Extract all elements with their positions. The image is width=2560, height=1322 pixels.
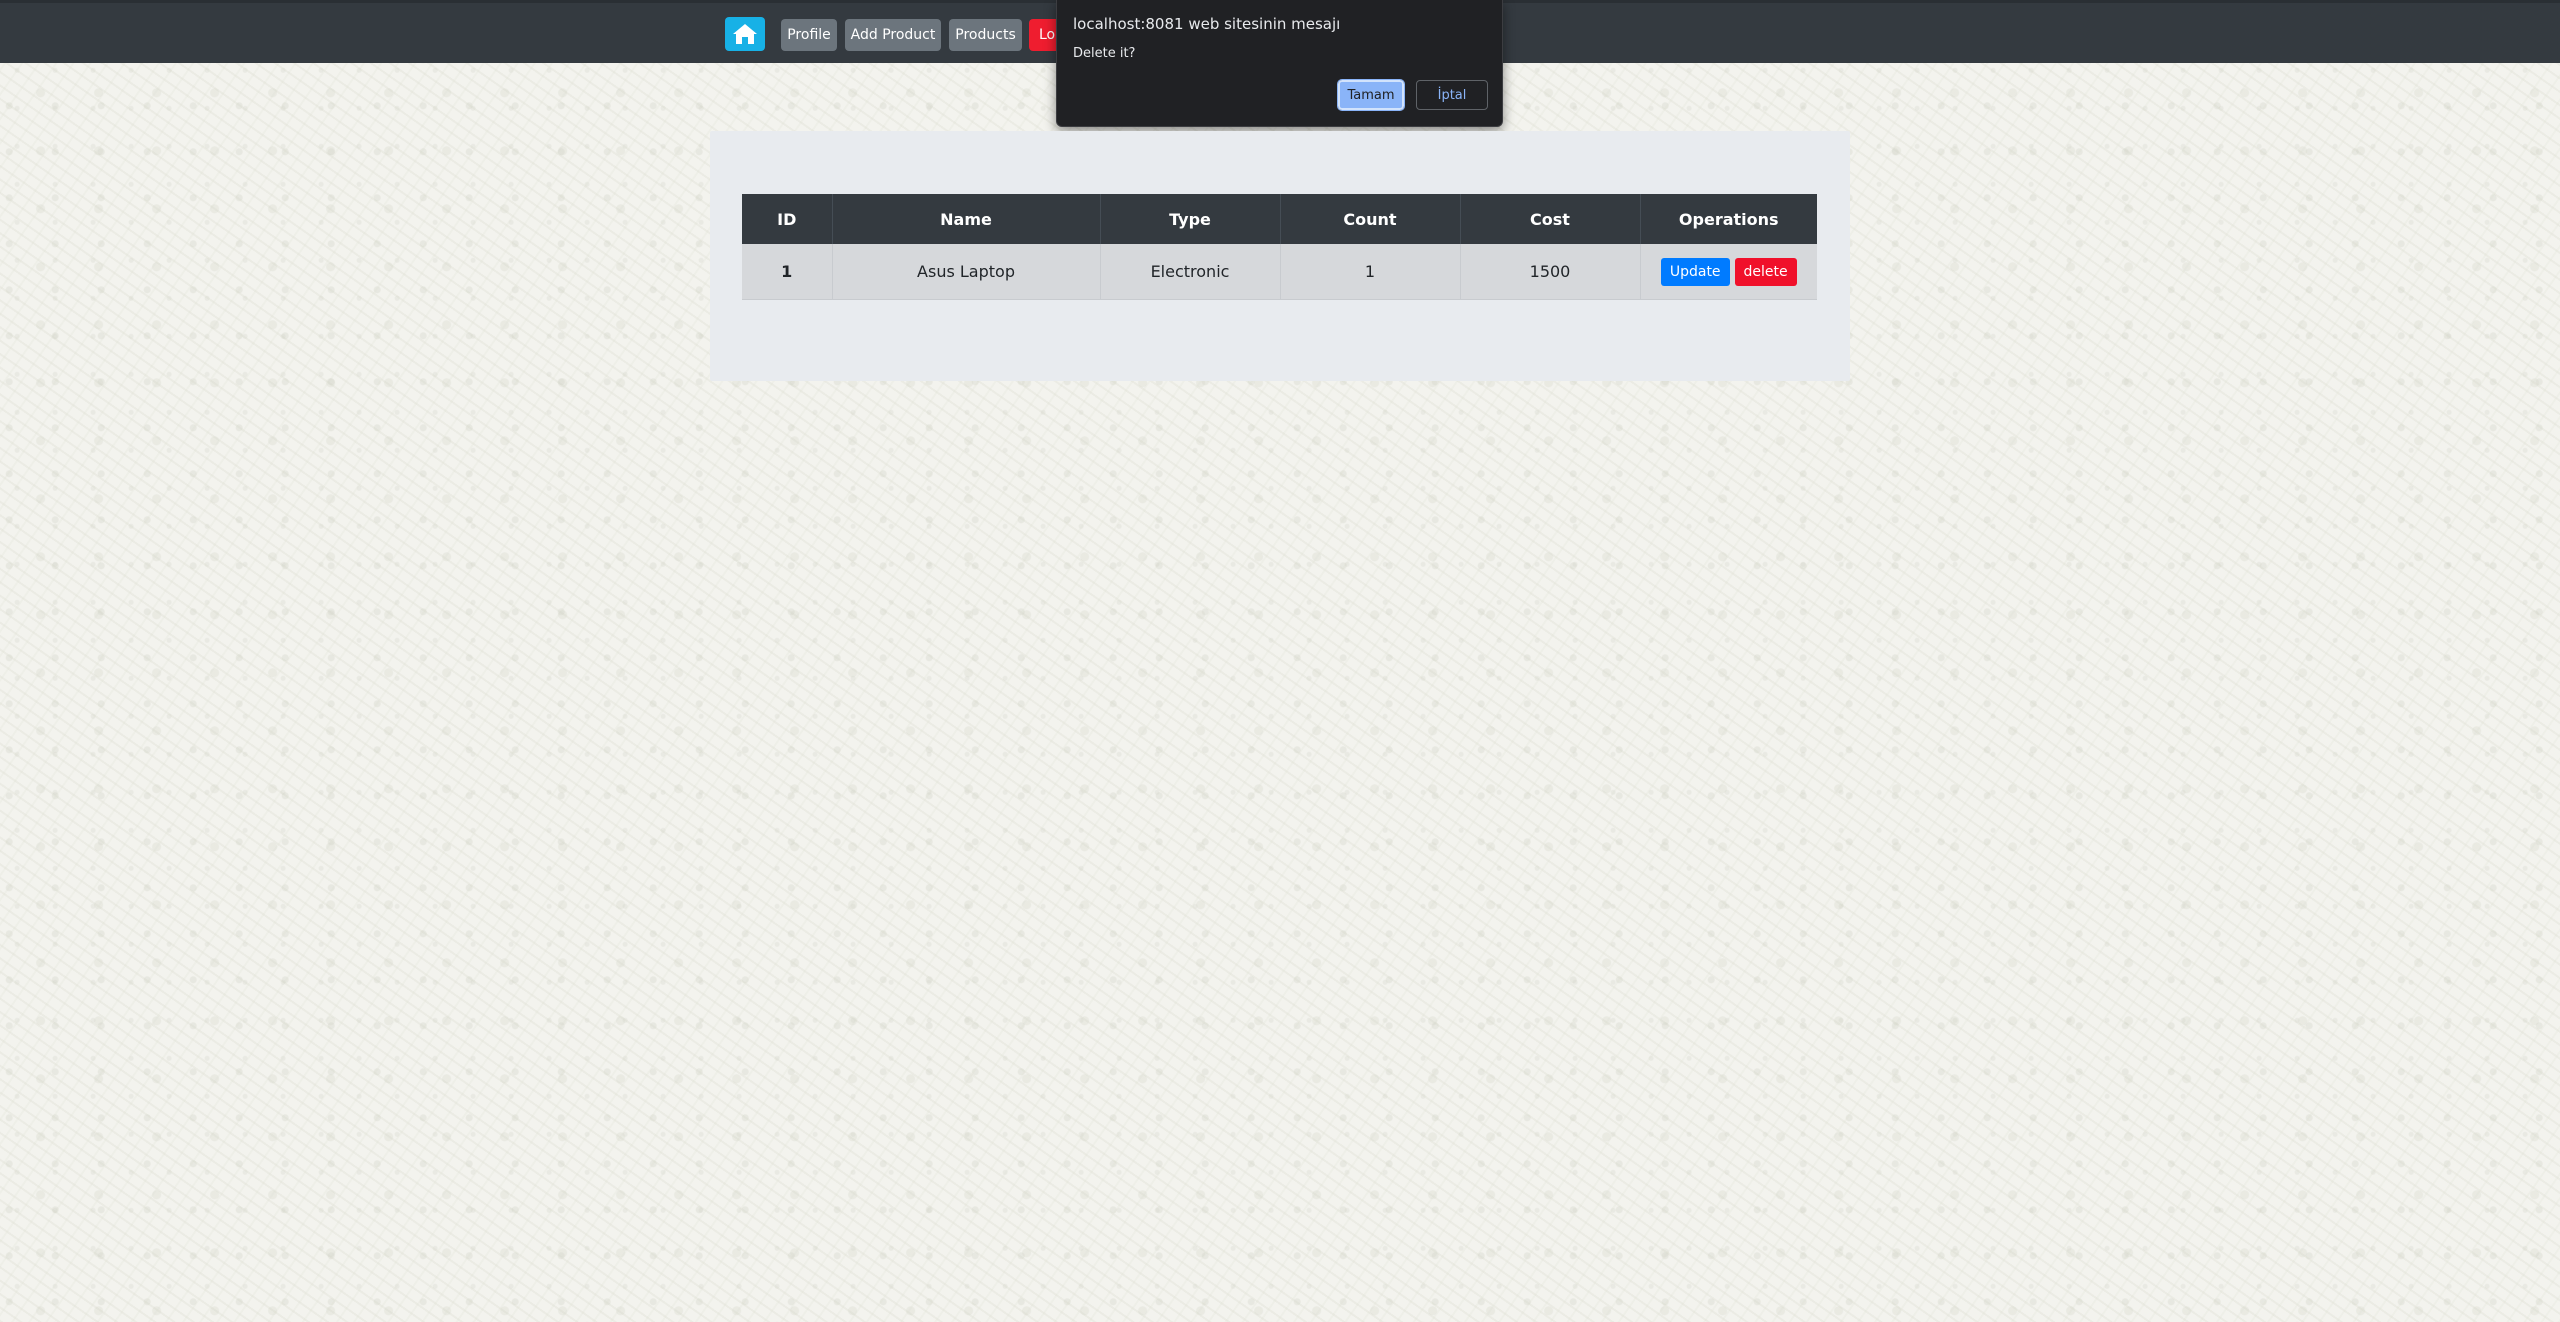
delete-button[interactable]: delete: [1734, 258, 1797, 287]
dialog-cancel-button[interactable]: İptal: [1416, 80, 1488, 110]
header-id: ID: [742, 194, 832, 244]
header-cost: Cost: [1459, 194, 1640, 244]
cell-count: 1: [1279, 244, 1460, 300]
profile-button[interactable]: Profile: [781, 19, 837, 51]
header-operations: Operations: [1639, 194, 1817, 244]
cell-operations: Update delete: [1639, 244, 1817, 300]
home-button[interactable]: [725, 17, 765, 51]
home-icon: [733, 24, 757, 44]
table-row: 1 Asus Laptop Electronic 1 1500 Update de…: [742, 244, 1817, 300]
cell-id: 1: [742, 244, 832, 300]
products-button[interactable]: Products: [949, 19, 1022, 51]
products-table: ID Name Type Count Cost Operations 1 Asu…: [742, 194, 1817, 300]
cell-type: Electronic: [1099, 244, 1280, 300]
dialog-ok-button[interactable]: Tamam: [1337, 79, 1405, 111]
products-card: ID Name Type Count Cost Operations 1 Asu…: [710, 131, 1850, 381]
header-count: Count: [1279, 194, 1460, 244]
update-button[interactable]: Update: [1660, 258, 1730, 287]
dialog-title: localhost:8081 web sitesinin mesajı: [1073, 15, 1341, 33]
confirm-dialog: localhost:8081 web sitesinin mesajı Dele…: [1056, 0, 1503, 127]
header-name: Name: [831, 194, 1100, 244]
header-type: Type: [1099, 194, 1280, 244]
add-product-button[interactable]: Add Product: [845, 19, 941, 51]
table-header-row: ID Name Type Count Cost Operations: [742, 194, 1817, 244]
cell-cost: 1500: [1459, 244, 1640, 300]
cell-name: Asus Laptop: [831, 244, 1100, 300]
dialog-message: Delete it?: [1073, 46, 1136, 61]
